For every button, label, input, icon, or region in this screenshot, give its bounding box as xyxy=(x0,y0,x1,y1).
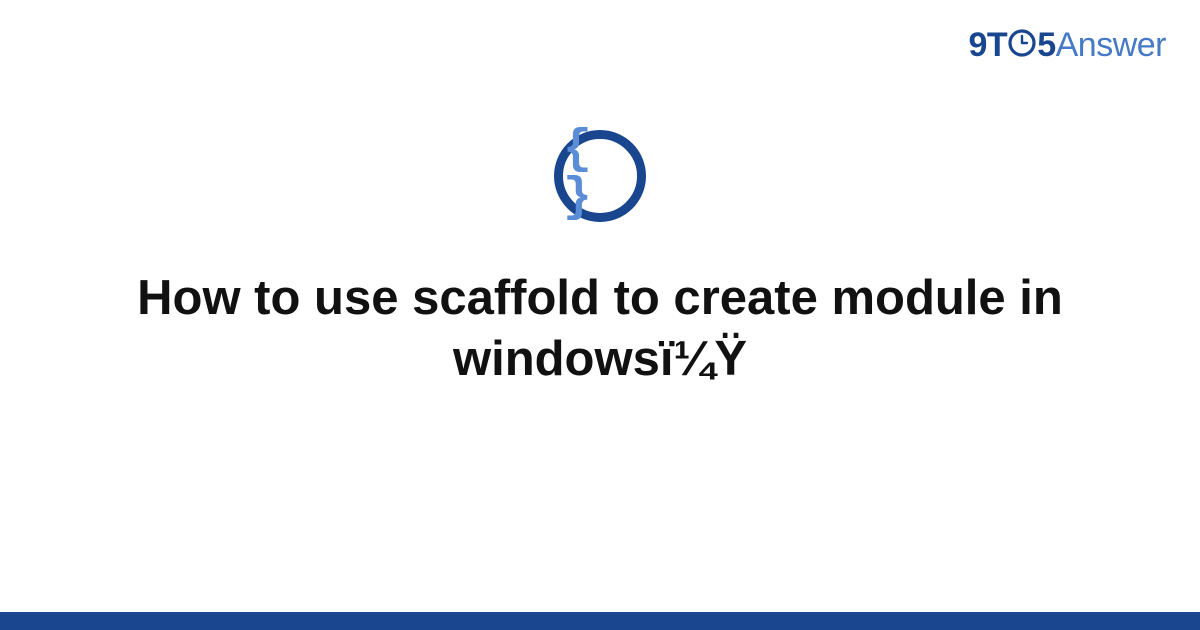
clock-icon xyxy=(1007,28,1037,58)
site-logo: 9T 5Answer xyxy=(969,26,1167,65)
logo-nine: 9 xyxy=(969,26,987,64)
braces-glyph: { } xyxy=(563,126,637,222)
code-braces-icon: { } xyxy=(554,130,646,222)
page-title: How to use scaffold to create module in … xyxy=(60,268,1140,390)
logo-five: 5 xyxy=(1037,26,1055,64)
logo-t: T xyxy=(987,26,1007,64)
logo-answer: Answer xyxy=(1056,26,1166,64)
bottom-accent-bar xyxy=(0,612,1200,630)
